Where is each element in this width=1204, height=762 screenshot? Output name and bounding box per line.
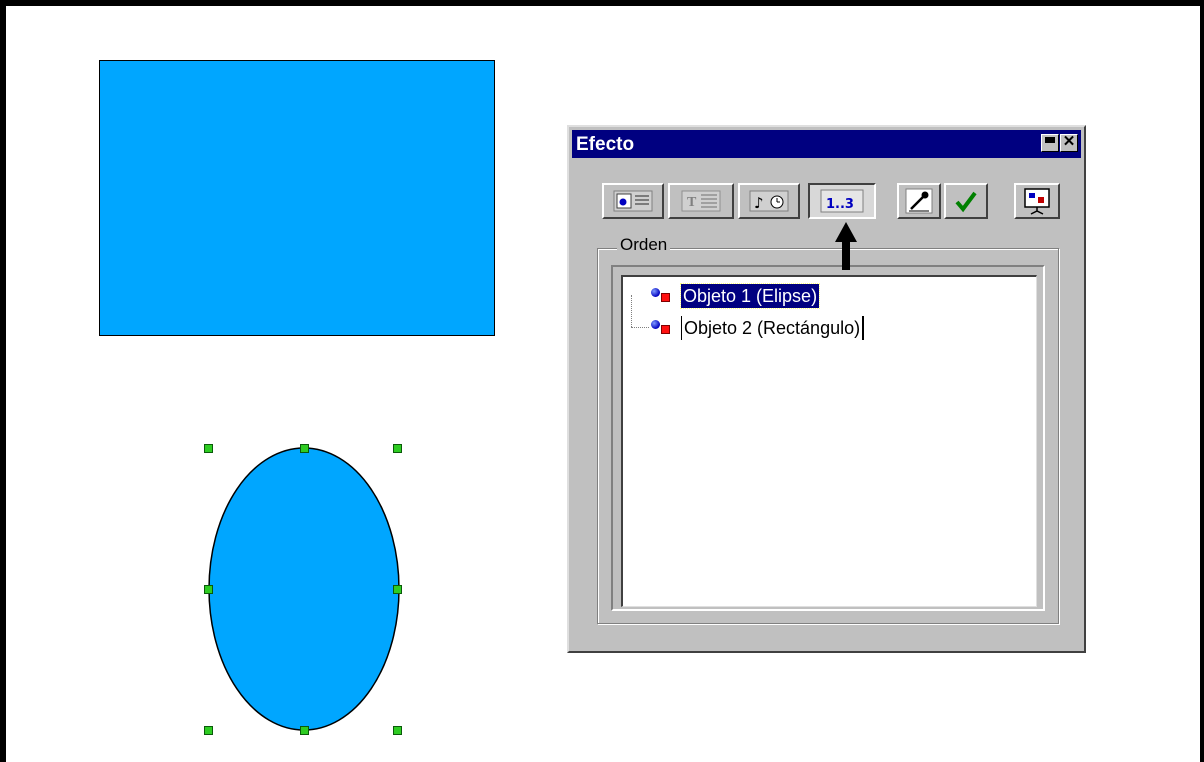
pipette-button[interactable] — [897, 183, 941, 219]
minimize-icon — [1045, 137, 1055, 143]
object-icon — [651, 320, 673, 336]
pipette-icon — [905, 188, 933, 214]
list-item[interactable]: Objeto 1 (Elipse) — [651, 283, 821, 309]
effects-button[interactable] — [602, 183, 664, 219]
order-list[interactable]: Objeto 1 (Elipse) Objeto 2 (Rectángulo) — [621, 275, 1037, 607]
extras-icon: ♪ — [749, 190, 789, 212]
list-item-label: Objeto 1 (Elipse) — [679, 283, 821, 309]
tree-connector — [631, 327, 649, 328]
assign-button[interactable] — [944, 183, 988, 219]
annotation-arrow-icon — [835, 222, 857, 270]
order-button[interactable]: 1..3 — [808, 183, 876, 219]
selection-handle-top[interactable] — [300, 444, 309, 453]
selection-handle-top-right[interactable] — [393, 444, 402, 453]
order-icon: 1..3 — [820, 189, 864, 213]
svg-text:T: T — [687, 195, 697, 210]
svg-text:1..3: 1..3 — [826, 197, 854, 212]
effect-dialog: Efecto ✕ T ♪ 1..3 Orden Objeto 1 (Elipse… — [567, 125, 1086, 653]
rectangle-shape[interactable] — [99, 60, 495, 336]
dialog-title: Efecto — [576, 134, 635, 155]
selection-handle-right[interactable] — [393, 585, 402, 594]
ellipse-shape[interactable] — [200, 440, 410, 740]
tree-connector — [631, 295, 632, 327]
order-group-label: Orden — [617, 235, 671, 255]
selection-handle-left[interactable] — [204, 585, 213, 594]
selection-handle-top-left[interactable] — [204, 444, 213, 453]
selection-handle-bottom-left[interactable] — [204, 726, 213, 735]
assign-checkmark-icon — [955, 191, 977, 213]
close-icon: ✕ — [1062, 133, 1076, 150]
text-effects-button[interactable]: T — [668, 183, 734, 219]
preview-icon — [1024, 188, 1050, 215]
effects-icon — [613, 190, 653, 212]
dialog-titlebar[interactable]: Efecto ✕ — [572, 130, 1081, 158]
extras-button[interactable]: ♪ — [738, 183, 800, 219]
minimize-button[interactable] — [1041, 134, 1059, 152]
list-item-label: Objeto 2 (Rectángulo) — [681, 316, 865, 340]
selection-handle-bottom[interactable] — [300, 726, 309, 735]
list-item[interactable]: Objeto 2 (Rectángulo) — [651, 315, 865, 341]
object-icon — [651, 288, 673, 304]
close-button[interactable]: ✕ — [1060, 133, 1078, 152]
text-effects-icon: T — [681, 190, 721, 212]
preview-button[interactable] — [1014, 183, 1060, 219]
svg-text:♪: ♪ — [754, 194, 764, 212]
selection-handle-bottom-right[interactable] — [393, 726, 402, 735]
